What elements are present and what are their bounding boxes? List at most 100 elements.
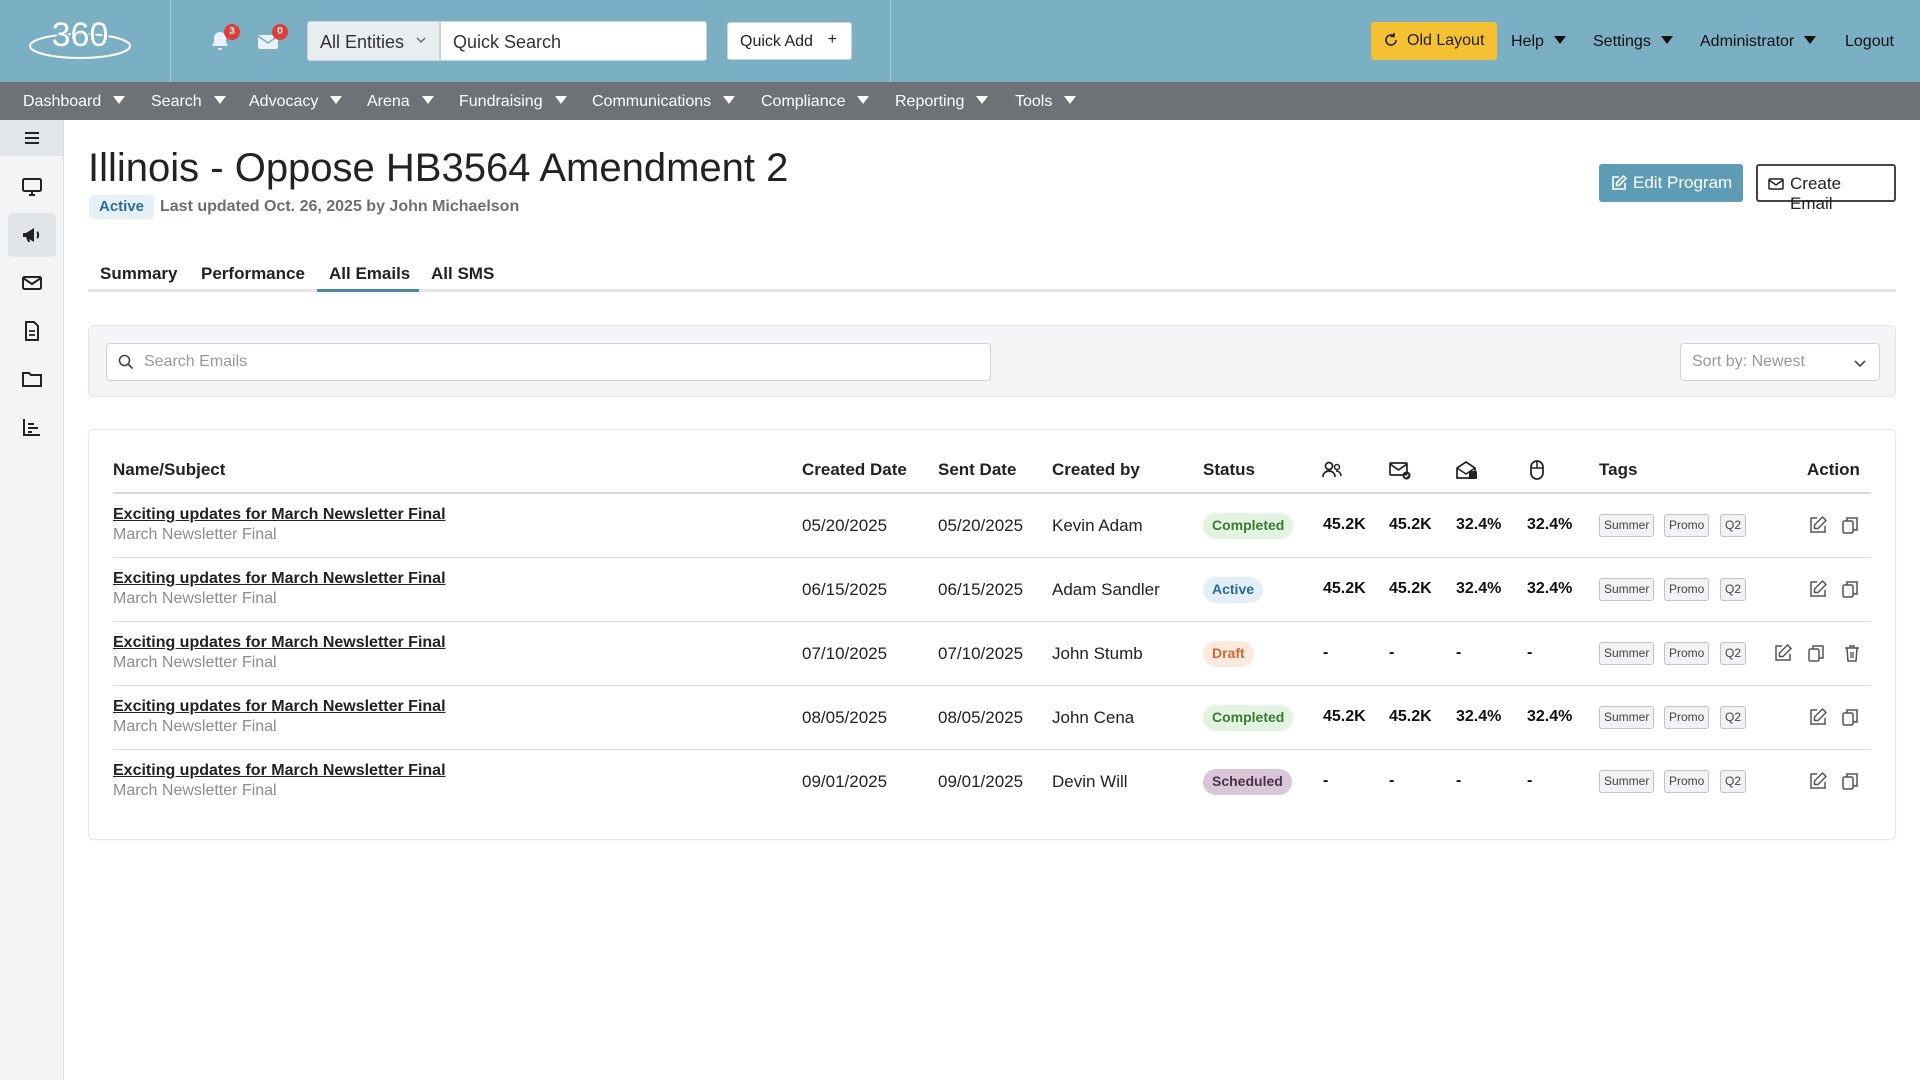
- notifications-button[interactable]: 3: [208, 24, 240, 56]
- col-created-header[interactable]: Created Date: [802, 460, 907, 480]
- created-by: Adam Sandler: [1052, 580, 1160, 599]
- email-subject: March Newsletter Final: [113, 718, 277, 735]
- created-by: John Cena: [1052, 708, 1135, 727]
- nav-compliance[interactable]: Compliance: [761, 93, 870, 111]
- nav-label: Fundraising: [459, 93, 543, 110]
- old-layout-button[interactable]: Old Layout: [1371, 22, 1497, 60]
- edit-icon[interactable]: [1772, 642, 1794, 664]
- metric-value: 32.4%: [1527, 516, 1573, 533]
- sort-select[interactable]: Sort by: Newest: [1680, 343, 1880, 381]
- nav-reporting[interactable]: Reporting: [895, 93, 989, 111]
- messages-button[interactable]: 0: [256, 24, 288, 56]
- settings-menu-label: Settings: [1593, 33, 1651, 50]
- folder-icon[interactable]: [20, 367, 44, 391]
- logout-link[interactable]: Logout: [1845, 33, 1894, 51]
- metric-value: 32.4%: [1456, 580, 1502, 597]
- email-name-link[interactable]: Exciting updates for March Newsletter Fi…: [113, 570, 446, 588]
- table-row: Exciting updates for March Newsletter Fi…: [89, 558, 1897, 622]
- edit-program-button[interactable]: Edit Program: [1599, 164, 1743, 202]
- quick-search-placeholder: Quick Search: [453, 32, 562, 52]
- settings-menu[interactable]: Settings: [1593, 33, 1673, 51]
- quick-search-input[interactable]: Quick Search: [440, 21, 707, 61]
- old-layout-label: Old Layout: [1407, 32, 1485, 49]
- tag-chip: Promo: [1664, 514, 1710, 537]
- table-row: Exciting updates for March Newsletter Fi…: [89, 750, 1897, 814]
- created-by: John Stumb: [1052, 644, 1143, 663]
- last-updated-text: Last updated Oct. 26, 2025 by John Micha…: [160, 198, 520, 215]
- email-name-link[interactable]: Exciting updates for March Newsletter Fi…: [113, 634, 446, 652]
- sort-select-value: Sort by: Newest: [1692, 353, 1805, 370]
- tag-chip: Promo: [1664, 642, 1710, 665]
- copy-icon[interactable]: [1839, 770, 1861, 792]
- nav-fundraising[interactable]: Fundraising: [459, 93, 567, 111]
- tab-all-emails[interactable]: All Emails: [329, 264, 410, 284]
- copy-icon[interactable]: [1805, 642, 1827, 664]
- metric-value: 32.4%: [1456, 708, 1502, 725]
- metric-value: -: [1456, 772, 1462, 789]
- trash-icon[interactable]: [1841, 642, 1863, 664]
- tab-performance[interactable]: Performance: [201, 264, 305, 284]
- col-status-header[interactable]: Status: [1203, 460, 1255, 480]
- email-subject: March Newsletter Final: [113, 590, 277, 607]
- caret-down-icon: [976, 96, 989, 104]
- copy-icon[interactable]: [1839, 578, 1861, 600]
- bar-chart-icon[interactable]: [20, 415, 44, 439]
- search-emails-input[interactable]: Search Emails: [106, 343, 991, 381]
- tab-summary[interactable]: Summary: [100, 264, 177, 284]
- metric-value: 45.2K: [1323, 516, 1366, 533]
- nav-arena[interactable]: Arena: [367, 93, 434, 111]
- tab-all-sms[interactable]: All SMS: [431, 264, 494, 284]
- quick-add-label: Quick Add: [740, 33, 813, 50]
- svg-text:360: 360: [52, 16, 109, 54]
- delivered-icon: [1388, 458, 1412, 482]
- nav-dashboard[interactable]: Dashboard: [23, 93, 126, 111]
- document-icon[interactable]: [20, 319, 44, 343]
- nav-label: Search: [151, 93, 202, 110]
- edit-program-label: Edit Program: [1633, 173, 1733, 192]
- edit-icon[interactable]: [1807, 578, 1829, 600]
- copy-icon[interactable]: [1839, 514, 1861, 536]
- created-date: 05/20/2025: [802, 516, 888, 535]
- monitor-icon[interactable]: [20, 175, 44, 199]
- quick-add-button[interactable]: Quick Add +: [727, 22, 852, 60]
- entity-select[interactable]: All Entities: [307, 21, 440, 61]
- nav-tools[interactable]: Tools: [1015, 93, 1077, 111]
- email-name-link[interactable]: Exciting updates for March Newsletter Fi…: [113, 506, 446, 524]
- menu-icon[interactable]: [20, 126, 44, 150]
- create-email-button[interactable]: Create Email: [1756, 164, 1896, 213]
- edit-icon[interactable]: [1807, 706, 1829, 728]
- tag-chip: Summer: [1599, 642, 1655, 665]
- tag-chip: Q2: [1720, 578, 1747, 601]
- edit-icon[interactable]: [1807, 770, 1829, 792]
- status-badge: Completed: [1203, 513, 1294, 539]
- megaphone-icon[interactable]: [20, 223, 44, 247]
- col-created-by-header[interactable]: Created by: [1052, 460, 1140, 480]
- administrator-menu[interactable]: Administrator: [1700, 33, 1817, 51]
- edit-icon[interactable]: [1807, 514, 1829, 536]
- email-name-link[interactable]: Exciting updates for March Newsletter Fi…: [113, 698, 446, 716]
- metric-value: 45.2K: [1389, 708, 1432, 725]
- caret-down-icon: [1064, 96, 1077, 104]
- col-name-header[interactable]: Name/Subject: [113, 460, 225, 480]
- nav-search[interactable]: Search: [151, 93, 226, 111]
- status-badge: Scheduled: [1203, 769, 1292, 795]
- email-name-link[interactable]: Exciting updates for March Newsletter Fi…: [113, 762, 446, 780]
- status-badge: Active: [1203, 577, 1264, 603]
- col-sent-header[interactable]: Sent Date: [938, 460, 1016, 480]
- chevron-down-icon: [416, 37, 426, 43]
- help-menu[interactable]: Help: [1511, 33, 1566, 51]
- copy-icon[interactable]: [1839, 706, 1861, 728]
- status-badge: Draft: [1203, 641, 1254, 667]
- tag-chip: Summer: [1599, 514, 1655, 537]
- nav-advocacy[interactable]: Advocacy: [249, 93, 343, 111]
- opened-icon: [1455, 458, 1479, 482]
- table-row: Exciting updates for March Newsletter Fi…: [89, 622, 1897, 686]
- search-emails-placeholder: Search Emails: [144, 353, 248, 370]
- tag-chip: Summer: [1599, 706, 1655, 729]
- logo[interactable]: 360: [26, 14, 134, 64]
- nav-communications[interactable]: Communications: [592, 93, 736, 111]
- caret-down-icon: [330, 96, 343, 104]
- filter-panel: Search Emails Sort by: Newest: [88, 325, 1896, 397]
- help-menu-label: Help: [1511, 33, 1544, 50]
- envelope-icon[interactable]: [20, 271, 44, 295]
